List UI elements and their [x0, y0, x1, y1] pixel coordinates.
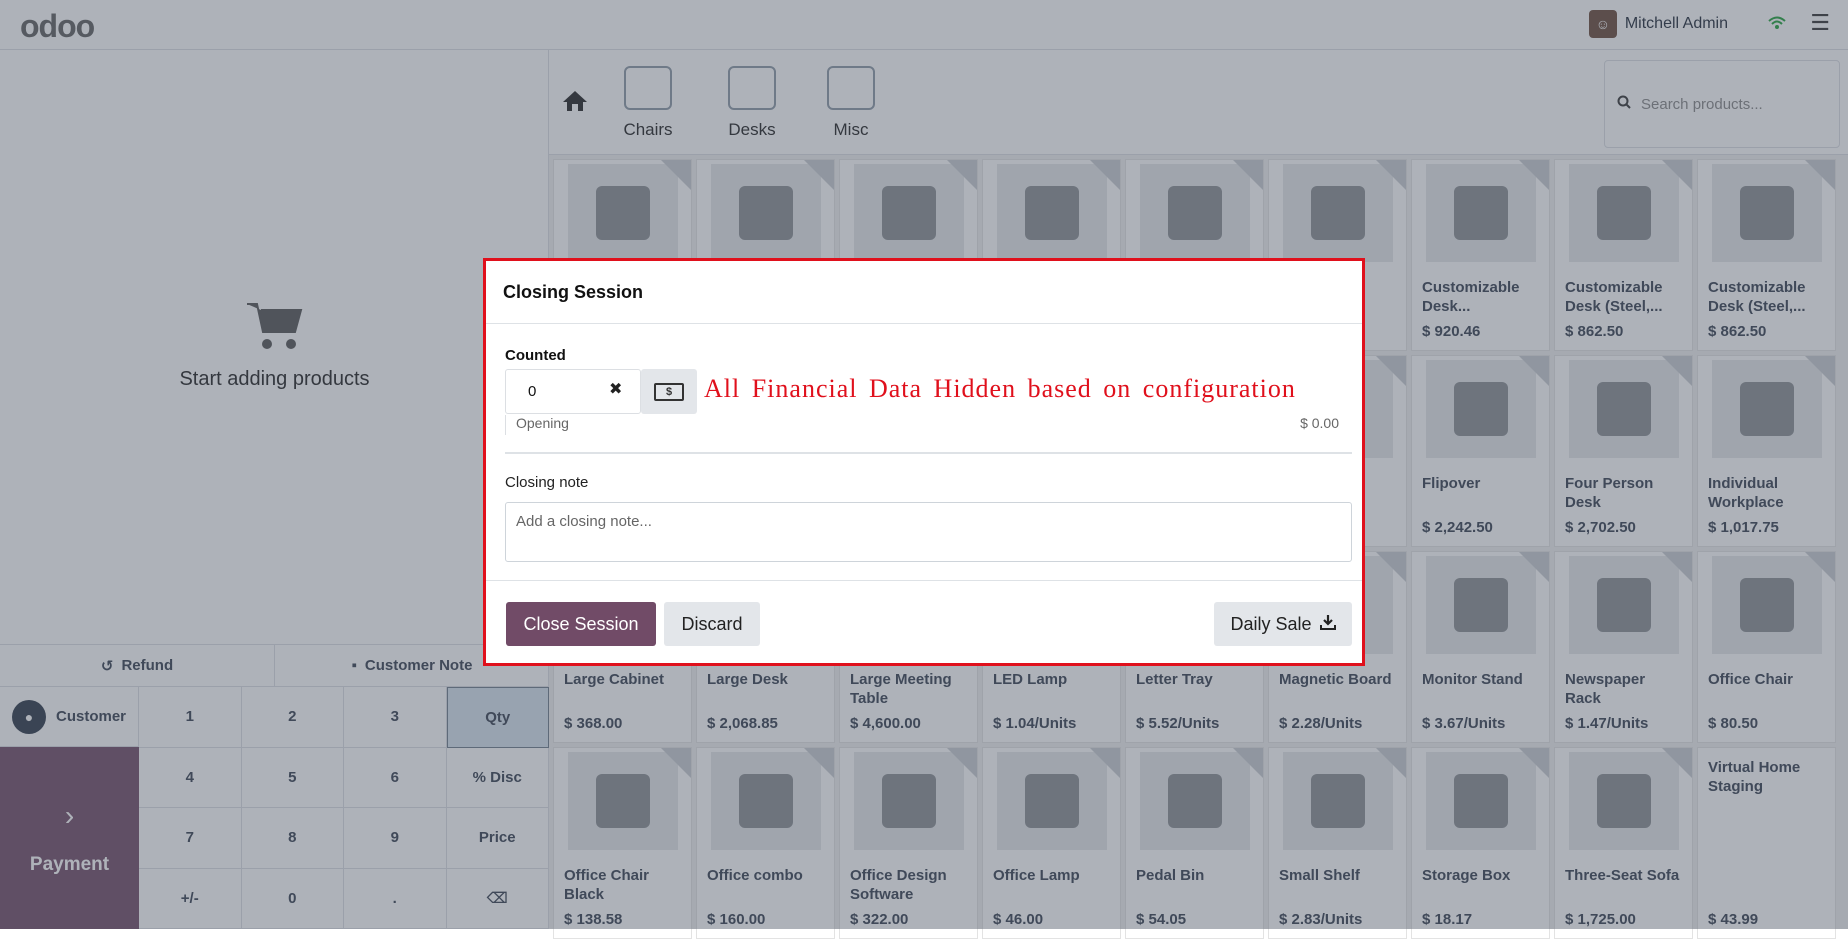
- cash-details-button[interactable]: $: [641, 369, 697, 414]
- dialog-title: Closing Session: [486, 261, 1362, 324]
- opening-value: $ 0.00: [1300, 415, 1339, 431]
- clear-icon[interactable]: ✖: [609, 379, 622, 399]
- divider: [505, 452, 1352, 454]
- annotation-text: All Financial Data Hidden based on confi…: [704, 374, 1296, 403]
- opening-row: Opening $ 0.00: [505, 415, 1339, 435]
- counted-label: Counted: [505, 347, 566, 364]
- money-icon: $: [654, 382, 684, 401]
- closing-session-dialog: Closing Session Counted 0 ✖ $ All Financ…: [483, 258, 1365, 666]
- closing-note-input[interactable]: Add a closing note...: [505, 502, 1352, 562]
- closing-note-label: Closing note: [505, 474, 589, 491]
- close-session-button[interactable]: Close Session: [506, 602, 656, 646]
- dialog-footer: Close Session Discard Daily Sale: [486, 580, 1362, 663]
- daily-sale-label: Daily Sale: [1230, 613, 1312, 634]
- discard-button[interactable]: Discard: [664, 602, 760, 646]
- opening-label: Opening: [516, 415, 569, 431]
- download-icon: [1319, 614, 1336, 635]
- daily-sale-button[interactable]: Daily Sale: [1214, 602, 1352, 646]
